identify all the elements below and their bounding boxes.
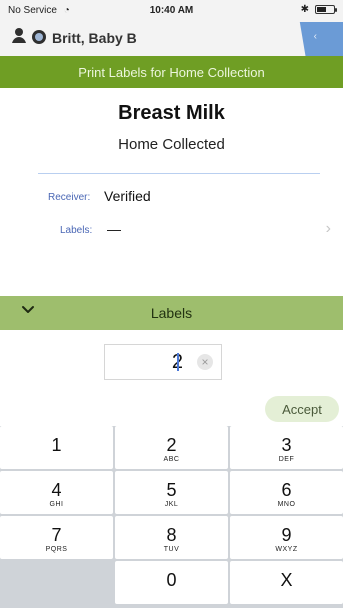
patient-name[interactable]: Britt, Baby B <box>52 30 137 46</box>
keypad-key-label: 0 <box>166 570 177 590</box>
labels-section-title: Labels <box>150 305 193 321</box>
receiver-label: Receiver: <box>48 192 91 203</box>
keypad-key-4[interactable]: 4 GHI <box>0 471 113 514</box>
bluetooth-icon: ✱ <box>300 4 309 15</box>
item-title: Breast Milk <box>118 102 225 124</box>
keypad-key-letters: PQRS <box>45 546 68 553</box>
receiver-value: Verified <box>104 188 151 204</box>
item-subtitle: Home Collected <box>118 136 225 153</box>
person-icon <box>12 28 26 43</box>
keypad-key-label: 5 <box>166 480 177 500</box>
keypad-key-label: 8 <box>166 525 177 545</box>
keypad-key-label: 7 <box>51 525 62 545</box>
keypad-key-2[interactable]: 2 ABC <box>115 426 228 469</box>
status-bar: No Service ◔ 10:40 AM ✱ <box>0 0 343 22</box>
keypad-key-letters: GHI <box>49 501 64 508</box>
caret-left-icon: ‹ <box>313 31 317 42</box>
keypad-key-letters: WXYZ <box>275 546 298 553</box>
patient-bar: Britt, Baby B <box>0 22 343 56</box>
page-header: Print Labels for Home Collection <box>0 56 343 88</box>
numeric-keypad: 1 2 ABC 3 DEF 4 GHI 5 JKL 6 MNO 7 PQRS 8 TUV 9 WXYZ 0 X <box>0 426 343 608</box>
battery-tip <box>335 8 337 12</box>
page-header-title: Print Labels for Home Collection <box>78 64 265 80</box>
accept-button[interactable]: Accept <box>265 396 339 422</box>
keypad-key-label: 6 <box>281 480 292 500</box>
keypad-key-9[interactable]: 9 WXYZ <box>230 516 343 559</box>
keypad-key-label: X <box>280 570 293 590</box>
keypad-key-1[interactable]: 1 <box>0 426 113 469</box>
keypad-blank-key[interactable] <box>0 561 113 604</box>
divider <box>38 173 320 174</box>
keypad-key-letters: DEF <box>278 456 295 463</box>
status-right: ✱ <box>300 4 337 15</box>
chevron-right-icon: › <box>325 220 331 237</box>
labels-value: — <box>107 221 121 237</box>
keypad-key-label: 3 <box>281 435 292 455</box>
keypad-key-letters: ABC <box>163 456 180 463</box>
labels-count-field[interactable]: × <box>104 344 222 380</box>
battery-level <box>317 7 326 12</box>
clear-icon[interactable]: × <box>197 354 213 370</box>
keypad-key-x[interactable]: X <box>230 561 343 604</box>
keypad-key-letters: JKL <box>164 501 179 508</box>
text-caret <box>177 353 179 371</box>
keypad-key-3[interactable]: 3 DEF <box>230 426 343 469</box>
keypad-key-6[interactable]: 6 MNO <box>230 471 343 514</box>
labels-section-header[interactable]: Labels <box>0 296 343 330</box>
keypad-key-8[interactable]: 8 TUV <box>115 516 228 559</box>
keypad-key-5[interactable]: 5 JKL <box>115 471 228 514</box>
labels-label: Labels: <box>60 225 93 236</box>
keypad-key-7[interactable]: 7 PQRS <box>0 516 113 559</box>
status-time: 10:40 AM <box>149 5 194 16</box>
keypad-key-label: 2 <box>166 435 177 455</box>
keypad-key-0[interactable]: 0 <box>115 561 228 604</box>
battery-icon <box>315 5 337 14</box>
patient-badge-icon <box>32 30 46 44</box>
keypad-key-letters: MNO <box>277 501 296 508</box>
keypad-key-letters: TUV <box>163 546 180 553</box>
keypad-key-label: 9 <box>281 525 292 545</box>
keypad-key-label: 4 <box>51 480 62 500</box>
keypad-key-label: 1 <box>51 435 62 455</box>
